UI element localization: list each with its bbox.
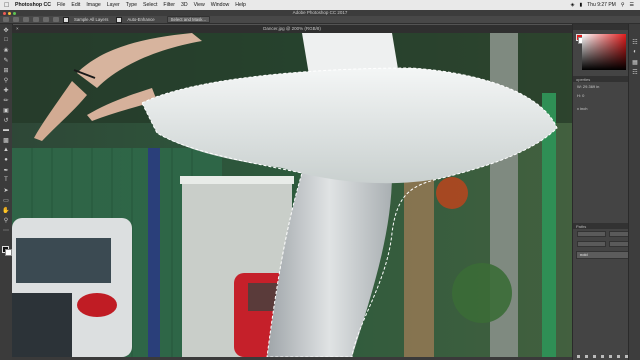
brush-size-icon[interactable] bbox=[43, 17, 49, 22]
background-color-swatch[interactable] bbox=[5, 249, 12, 256]
menu-filter[interactable]: Filter bbox=[163, 2, 175, 8]
gradient-tool-icon[interactable]: ▩ bbox=[2, 136, 10, 144]
lasso-tool-icon[interactable]: ❀ bbox=[2, 46, 10, 54]
brush-tool-icon[interactable]: ✏ bbox=[2, 96, 10, 104]
photo-dancer bbox=[12, 33, 572, 357]
new-selection-icon[interactable] bbox=[13, 17, 19, 22]
menu-view[interactable]: View bbox=[194, 2, 205, 8]
marquee-tool-icon[interactable]: □ bbox=[2, 36, 10, 44]
document-canvas[interactable] bbox=[12, 33, 572, 357]
clock[interactable]: Thu 9:27 PM bbox=[587, 2, 616, 8]
menu-help[interactable]: Help bbox=[235, 2, 246, 8]
eraser-tool-icon[interactable]: ▬ bbox=[2, 126, 10, 134]
document-title: Dancer.jpg @ 200% (RGB/8) bbox=[263, 26, 321, 31]
auto-enhance-label: Auto-Enhance bbox=[127, 17, 155, 22]
options-bar: Sample All Layers Auto-Enhance Select an… bbox=[0, 16, 640, 24]
folder-icon[interactable] bbox=[609, 355, 612, 358]
wifi-icon[interactable]: ◈ bbox=[571, 2, 575, 8]
layer-name: nold bbox=[580, 252, 588, 257]
menu-bar:  Photoshop CC File Edit Image Layer Typ… bbox=[0, 0, 640, 10]
fx-icon[interactable] bbox=[585, 355, 588, 358]
paths-tab-label: Paths bbox=[576, 223, 587, 229]
menu-window[interactable]: Window bbox=[211, 2, 229, 8]
menu-file[interactable]: File bbox=[57, 2, 65, 8]
add-to-selection-icon[interactable] bbox=[23, 17, 29, 22]
hand-tool-icon[interactable]: ✋ bbox=[2, 206, 10, 214]
blue-pole bbox=[148, 148, 160, 357]
quick-selection-tool-icon[interactable] bbox=[3, 17, 9, 22]
clone-stamp-icon[interactable]: ▣ bbox=[2, 106, 10, 114]
link-icon[interactable] bbox=[577, 355, 580, 358]
zoom-tool-icon[interactable]: ⚲ bbox=[2, 216, 10, 224]
subtract-selection-icon[interactable] bbox=[33, 17, 39, 22]
menu-image[interactable]: Image bbox=[86, 2, 100, 8]
quick-selection-tool-icon[interactable]: ✎ bbox=[2, 56, 10, 64]
document-tab[interactable]: × Dancer.jpg @ 200% (RGB/8) bbox=[12, 25, 572, 33]
auto-enhance-checkbox[interactable] bbox=[116, 16, 123, 23]
pen-tool-icon[interactable]: ✒ bbox=[2, 166, 10, 174]
shape-tool-icon[interactable]: ▭ bbox=[2, 196, 10, 204]
window-title: Adobe Photoshop CC 2017 bbox=[292, 10, 348, 15]
eyedropper-tool-icon[interactable]: ⚲ bbox=[2, 76, 10, 84]
more-tools-icon[interactable]: ⋯ bbox=[2, 226, 10, 234]
history-brush-icon[interactable]: ↺ bbox=[2, 116, 10, 124]
orange-flowers bbox=[436, 177, 468, 209]
sample-all-layers-checkbox[interactable] bbox=[63, 16, 69, 23]
adjustments-icon[interactable]: ◐ bbox=[631, 48, 639, 56]
move-tool-icon[interactable]: ✥ bbox=[2, 26, 10, 34]
menu-layer[interactable]: Layer bbox=[107, 2, 120, 8]
menu-list-icon[interactable]: ☰ bbox=[630, 2, 634, 8]
history-icon[interactable]: ☷ bbox=[631, 38, 639, 46]
swatches-icon[interactable]: ▦ bbox=[631, 58, 639, 66]
libraries-icon[interactable]: ☶ bbox=[631, 68, 639, 76]
menu-3d[interactable]: 3D bbox=[181, 2, 188, 8]
brush-options-icon[interactable] bbox=[53, 17, 59, 22]
dodge-tool-icon[interactable]: ● bbox=[2, 156, 10, 164]
car-taillight bbox=[77, 293, 117, 317]
properties-tab-label: operties bbox=[576, 76, 591, 82]
blend-mode-select[interactable] bbox=[577, 231, 606, 237]
menu-edit[interactable]: Edit bbox=[71, 2, 80, 8]
lock-options[interactable] bbox=[577, 241, 606, 247]
mask-icon[interactable] bbox=[593, 355, 596, 358]
path-selection-icon[interactable]: ➤ bbox=[2, 186, 10, 194]
zoom-window-icon[interactable] bbox=[13, 11, 16, 15]
adjustment-icon[interactable] bbox=[601, 355, 604, 358]
status-area: ◈ ▮ Thu 9:27 PM ⚲ ☰ bbox=[571, 2, 640, 8]
select-and-mask-button[interactable]: Select and Mask... bbox=[166, 16, 210, 23]
type-tool-icon[interactable]: T bbox=[2, 176, 10, 184]
app-menu[interactable]: Photoshop CC bbox=[15, 2, 51, 8]
healing-brush-icon[interactable]: ✚ bbox=[2, 86, 10, 94]
blur-tool-icon[interactable]: ▲ bbox=[2, 146, 10, 154]
crop-tool-icon[interactable]: ⊞ bbox=[2, 66, 10, 74]
apple-icon[interactable]:  bbox=[4, 2, 12, 9]
menu-type[interactable]: Type bbox=[126, 2, 137, 8]
battery-icon[interactable]: ▮ bbox=[579, 2, 582, 8]
menu-select[interactable]: Select bbox=[143, 2, 157, 8]
new-layer-icon[interactable] bbox=[617, 355, 620, 358]
minimize-window-icon[interactable] bbox=[8, 11, 11, 15]
search-icon[interactable]: ⚲ bbox=[621, 2, 625, 8]
close-document-icon[interactable]: × bbox=[16, 25, 19, 33]
collapsed-panel-strip: ☷ ◐ ▦ ☶ bbox=[628, 24, 640, 360]
sample-all-layers-label: Sample All Layers bbox=[74, 17, 109, 22]
panel-footer-icons bbox=[577, 355, 628, 358]
close-window-icon[interactable] bbox=[3, 11, 6, 15]
saturation-field[interactable] bbox=[582, 34, 626, 70]
